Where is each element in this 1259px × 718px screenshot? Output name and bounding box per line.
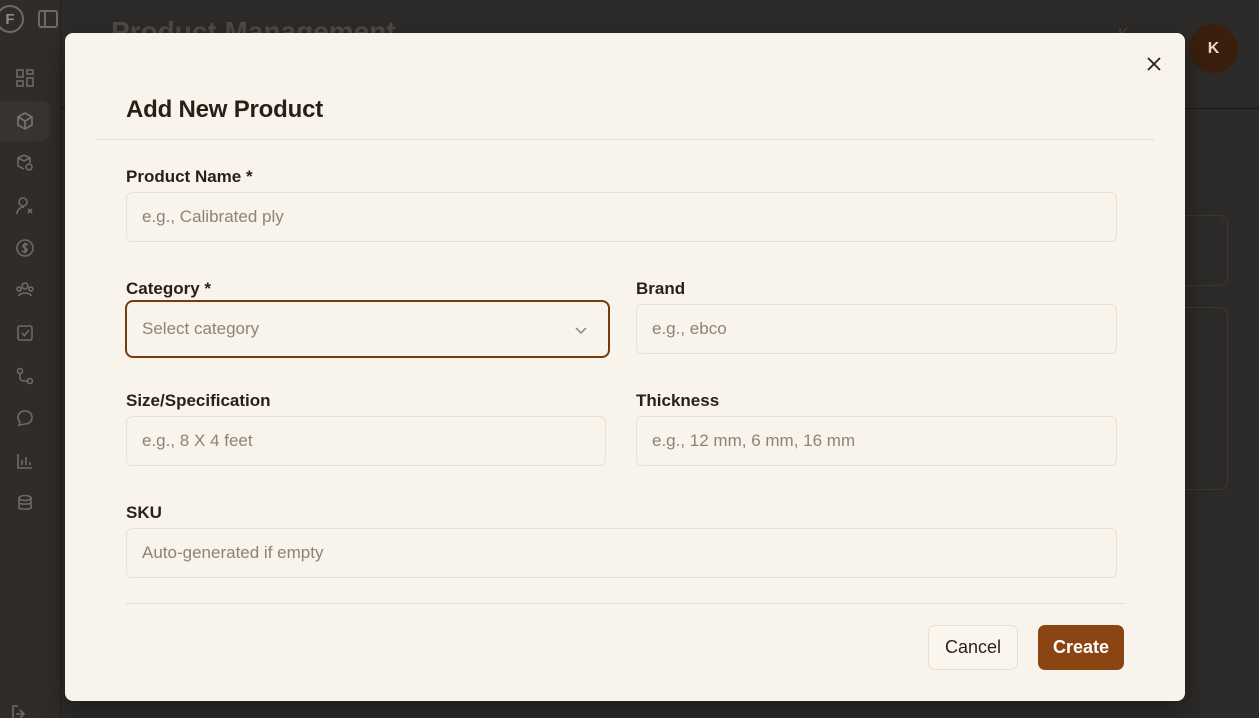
sidebar-toggle-icon[interactable] [38,10,58,28]
footer-divider [126,603,1124,604]
category-select[interactable]: Select category [125,300,610,358]
size-input[interactable] [126,416,606,466]
category-select-placeholder: Select category [142,319,260,338]
category-label: Category * [126,279,212,298]
thickness-label: Thickness [636,391,720,410]
chevron-down-icon [575,327,587,335]
product-name-input[interactable] [126,192,1117,242]
users-icon[interactable] [0,270,50,310]
add-product-dialog: Add New Product Product Name * Category … [65,33,1185,701]
size-label: Size/Specification [126,391,271,410]
route-icon[interactable] [0,356,50,396]
avatar[interactable]: K [1189,24,1238,73]
app-logo: F [0,5,24,33]
bar-chart-icon[interactable] [0,441,50,481]
box-icon[interactable] [0,101,50,141]
create-button[interactable]: Create [1038,625,1124,670]
thickness-input[interactable] [636,416,1117,466]
sku-label: SKU [126,503,162,522]
user-icon[interactable] [0,186,50,226]
cancel-button[interactable]: Cancel [928,625,1018,670]
sidebar: F [0,0,61,718]
logout-icon[interactable] [10,704,30,718]
dollar-icon[interactable] [0,228,50,268]
dashboard-icon[interactable] [0,58,50,98]
database-icon[interactable] [0,483,50,523]
close-button[interactable] [1143,53,1165,75]
sku-input[interactable] [126,528,1117,578]
dialog-title: Add New Product [126,96,324,123]
close-icon [1147,57,1161,71]
chat-icon[interactable] [0,398,50,438]
brand-label: Brand [636,279,686,298]
sidebar-header: F [0,4,61,34]
box-settings-icon[interactable] [0,143,50,183]
checkbox-icon[interactable] [0,313,50,353]
title-divider [96,139,1154,140]
brand-input[interactable] [636,304,1117,354]
product-name-label: Product Name * [126,167,253,186]
